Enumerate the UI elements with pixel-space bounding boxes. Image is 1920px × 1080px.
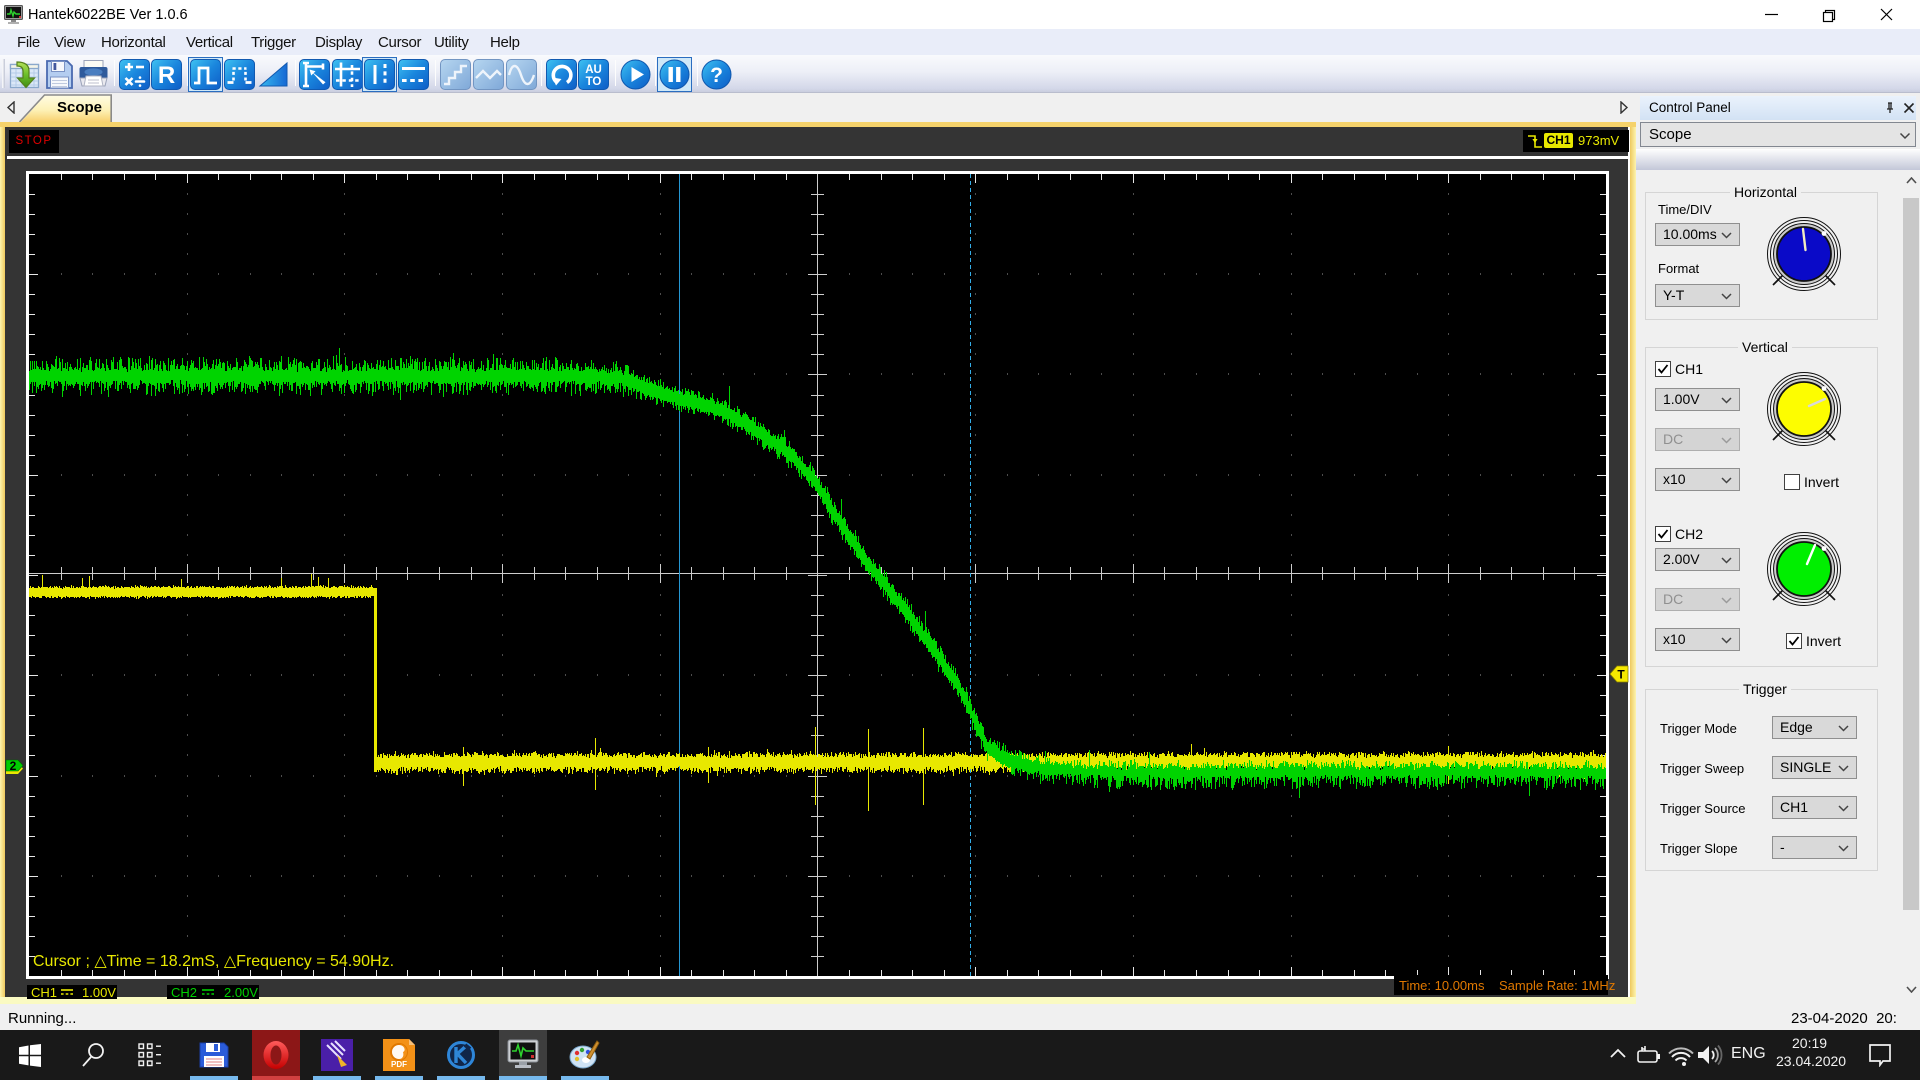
svg-text:2: 2 <box>10 759 17 773</box>
svg-text:PDF: PDF <box>391 1060 407 1069</box>
svg-text:?: ? <box>710 64 723 87</box>
svg-text:T: T <box>1617 668 1625 682</box>
svg-text:AU: AU <box>585 64 602 76</box>
svg-text:TO: TO <box>586 76 602 88</box>
svg-text:R: R <box>158 62 175 89</box>
